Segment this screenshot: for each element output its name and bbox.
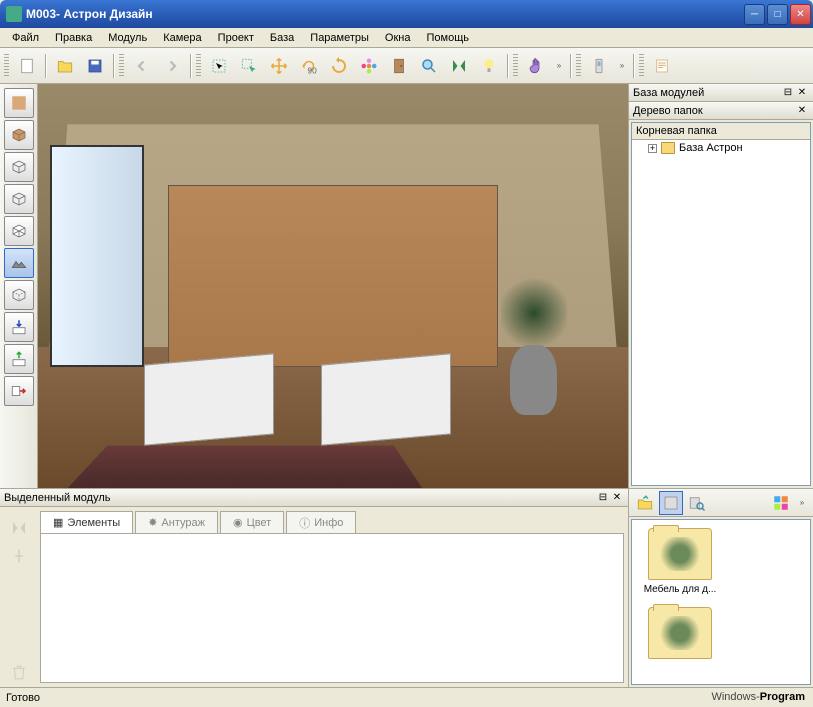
box-solid-tool[interactable] xyxy=(4,120,34,150)
tab-entourage[interactable]: ✸Антураж xyxy=(135,511,218,533)
status-text: Готово xyxy=(6,692,40,704)
select-arrow-button[interactable] xyxy=(235,52,263,80)
menu-base[interactable]: База xyxy=(262,30,302,46)
pin-icon[interactable]: ⊟ xyxy=(596,491,610,505)
view-large-button[interactable] xyxy=(659,491,683,515)
app-icon xyxy=(6,6,22,22)
titlebar: М003- Астрон Дизайн ─ □ ✕ xyxy=(0,0,813,28)
open-file-button[interactable] xyxy=(51,52,79,80)
magnify-button[interactable] xyxy=(415,52,443,80)
menu-camera[interactable]: Камера xyxy=(155,30,209,46)
3d-viewport[interactable] xyxy=(38,84,628,488)
move-button[interactable] xyxy=(265,52,293,80)
watermark: Windows-Program xyxy=(711,688,805,703)
statusbar: Готово xyxy=(0,687,813,707)
toolbar-grip[interactable] xyxy=(196,54,201,78)
tree-close-button[interactable]: ✕ xyxy=(795,104,809,118)
thumbnail-list[interactable]: Мебель для д... xyxy=(631,519,811,685)
menu-file[interactable]: Файл xyxy=(4,30,47,46)
folder-tree[interactable]: Корневая папка + База Астрон xyxy=(631,122,811,486)
terrain-tool[interactable] xyxy=(4,248,34,278)
search-folder-button[interactable] xyxy=(685,491,709,515)
thumbnail-panel: » Мебель для д... xyxy=(628,489,813,687)
menu-windows[interactable]: Окна xyxy=(377,30,419,46)
thumbnail-label: Мебель для д... xyxy=(640,584,720,595)
toolbar-grip[interactable] xyxy=(639,54,644,78)
export-up-tool[interactable] xyxy=(4,344,34,374)
new-file-button[interactable] xyxy=(13,52,41,80)
import-down-tool[interactable] xyxy=(4,312,34,342)
toolbar-grip[interactable] xyxy=(513,54,518,78)
toolbar-grip[interactable] xyxy=(119,54,124,78)
star-icon: ✸ xyxy=(148,516,157,529)
folder-thumbnail[interactable] xyxy=(640,607,720,663)
menu-help[interactable]: Помощь xyxy=(418,30,477,46)
undo-button[interactable] xyxy=(128,52,156,80)
module-content-area xyxy=(40,533,624,683)
menu-params[interactable]: Параметры xyxy=(302,30,377,46)
rotate-button[interactable] xyxy=(325,52,353,80)
trash-icon xyxy=(10,663,30,683)
left-toolbar xyxy=(0,84,38,488)
export-right-tool[interactable] xyxy=(4,376,34,406)
redo-button[interactable] xyxy=(158,52,186,80)
toolbar-more[interactable]: » xyxy=(615,52,629,80)
tab-info[interactable]: ⓘИнфо xyxy=(286,511,356,533)
grid-icon: ▦ xyxy=(53,516,63,529)
door-button[interactable] xyxy=(385,52,413,80)
toolbar-more[interactable]: » xyxy=(795,489,809,517)
box-wireframe-tool[interactable] xyxy=(4,152,34,182)
tab-color[interactable]: ◉Цвет xyxy=(220,511,284,533)
toolbar-grip[interactable] xyxy=(4,54,9,78)
tree-item-label: База Астрон xyxy=(679,142,743,154)
module-base-panel: База модулей ⊟ ✕ Дерево папок ✕ Корневая… xyxy=(628,84,813,488)
box-outline-tool[interactable] xyxy=(4,184,34,214)
menubar: Файл Правка Модуль Камера Проект База Па… xyxy=(0,28,813,48)
save-file-button[interactable] xyxy=(81,52,109,80)
tree-item[interactable]: + База Астрон xyxy=(632,140,810,156)
box-perspective-tool[interactable] xyxy=(4,216,34,246)
select-rect-button[interactable] xyxy=(205,52,233,80)
pin-icon[interactable]: ⊟ xyxy=(781,86,795,100)
close-button[interactable]: ✕ xyxy=(790,4,811,25)
folder-icon xyxy=(661,142,675,154)
up-folder-button[interactable] xyxy=(633,491,657,515)
mirror-button[interactable] xyxy=(445,52,473,80)
box-hidden-tool[interactable] xyxy=(4,280,34,310)
minimize-button[interactable]: ─ xyxy=(744,4,765,25)
info-icon: ⓘ xyxy=(299,515,310,531)
panel-close-button[interactable]: ✕ xyxy=(795,86,809,100)
tab-elements[interactable]: ▦Элементы xyxy=(40,511,133,533)
module-panel-title: Выделенный модуль xyxy=(4,492,110,504)
main-toolbar: 90 » » xyxy=(0,48,813,84)
tree-root-label: Корневая папка xyxy=(632,123,810,140)
menu-project[interactable]: Проект xyxy=(210,30,262,46)
rotate-90-button[interactable]: 90 xyxy=(295,52,323,80)
folder-thumbnail[interactable]: Мебель для д... xyxy=(640,528,720,595)
panel-close-button[interactable]: ✕ xyxy=(610,491,624,505)
menu-module[interactable]: Модуль xyxy=(100,30,155,46)
mirror-icon xyxy=(10,519,30,539)
notes-button[interactable] xyxy=(648,52,676,80)
hand-button[interactable] xyxy=(522,52,550,80)
palette-icon: ◉ xyxy=(233,516,243,529)
window-title: М003- Астрон Дизайн xyxy=(26,7,744,21)
phone-button[interactable] xyxy=(585,52,613,80)
view-mode-button[interactable] xyxy=(769,491,793,515)
toolbar-more[interactable]: » xyxy=(552,52,566,80)
slider-icon xyxy=(10,547,30,567)
expand-icon[interactable]: + xyxy=(648,144,657,153)
lightbulb-button[interactable] xyxy=(475,52,503,80)
flower-button[interactable] xyxy=(355,52,383,80)
toolbar-grip[interactable] xyxy=(576,54,581,78)
svg-text:90: 90 xyxy=(308,66,318,75)
texture-tool[interactable] xyxy=(4,88,34,118)
panel-title: База модулей xyxy=(633,87,704,99)
menu-edit[interactable]: Правка xyxy=(47,30,100,46)
selected-module-panel: Выделенный модуль ⊟ ✕ ▦Элементы ✸Антураж… xyxy=(0,489,628,687)
maximize-button[interactable]: □ xyxy=(767,4,788,25)
tree-title: Дерево папок xyxy=(633,105,703,117)
